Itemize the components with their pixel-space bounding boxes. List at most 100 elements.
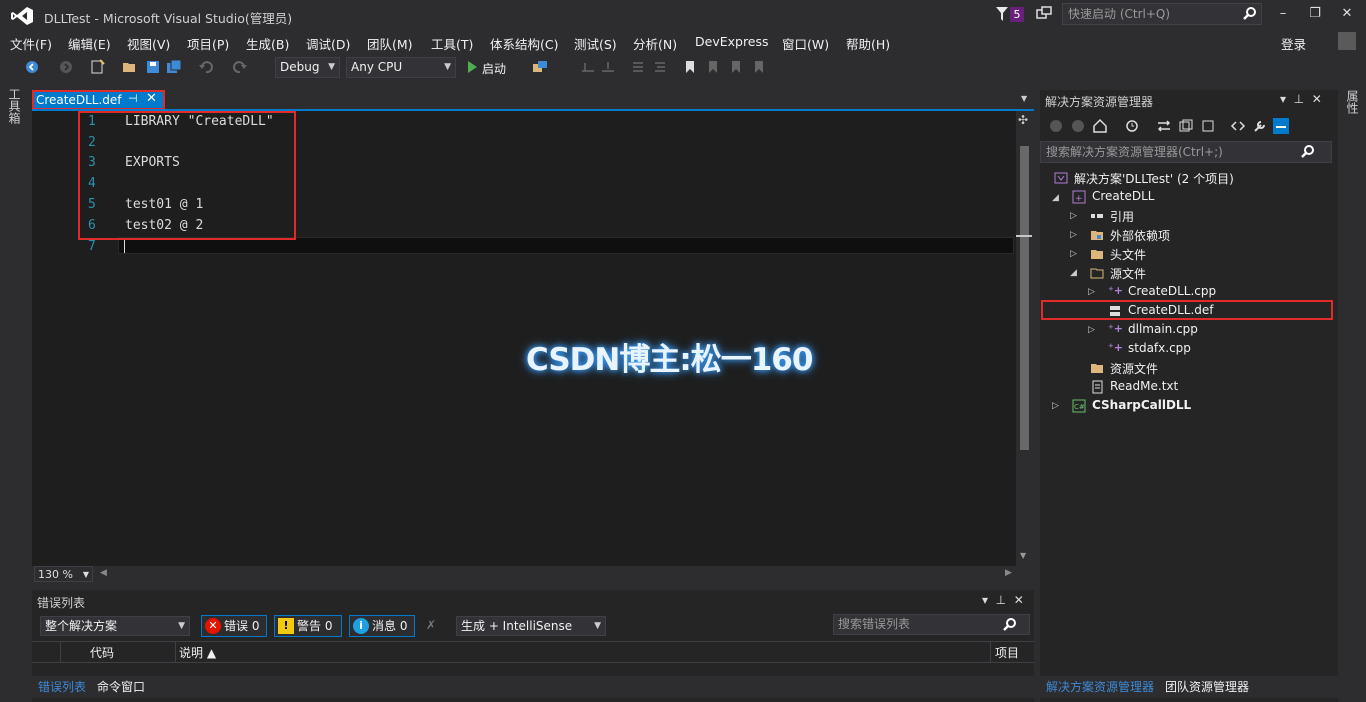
column-header-code[interactable]: 代码 [90,644,114,661]
menu-view[interactable]: 视图(V) [127,34,170,53]
clear-bookmarks-icon[interactable] [751,59,767,75]
back-icon[interactable] [1048,118,1064,134]
menu-tools[interactable]: 工具(T) [431,34,473,53]
menu-debug[interactable]: 调试(D) [306,34,350,53]
bookmark-icon[interactable] [682,59,698,75]
home-icon[interactable] [1092,118,1108,134]
tree-item-createdll-cpp[interactable]: CreateDLL.cpp [1128,284,1216,298]
back-icon[interactable] [24,59,40,75]
close-window-button[interactable]: ✕ [1337,6,1357,22]
pending-changes-icon[interactable] [1124,118,1140,134]
menu-devexpress[interactable]: DevExpress [695,34,769,49]
browser-link-icon[interactable] [532,59,548,75]
tree-item-readme[interactable]: ReadMe.txt [1110,379,1178,393]
notification-badge[interactable]: 5 [1010,7,1024,22]
tab-command-window[interactable]: 命令窗口 [97,678,145,695]
start-debugging-icon[interactable] [464,59,480,75]
new-project-icon[interactable] [89,59,105,75]
save-icon[interactable] [145,59,161,75]
save-all-icon[interactable] [166,59,182,75]
step-into-icon[interactable] [600,59,616,75]
next-bookmark-icon[interactable] [728,59,744,75]
expanded-arrow-icon[interactable]: ◢ [1070,268,1077,278]
comment-icon[interactable] [630,59,646,75]
step-over-icon[interactable] [580,59,596,75]
sync-icon[interactable] [1156,118,1172,134]
scroll-down-icon[interactable]: ▼ [1020,551,1026,560]
pin-icon[interactable]: ⊣ [128,92,138,105]
forward-icon[interactable] [58,59,74,75]
refresh-icon[interactable] [1178,118,1194,134]
tab-error-list[interactable]: 错误列表 [38,678,86,695]
solution-search-input[interactable]: 搜索解决方案资源管理器(Ctrl+;) [1040,141,1332,163]
search-icon[interactable] [1243,6,1257,20]
clear-filter-icon[interactable]: ✗ [426,618,436,632]
configuration-dropdown[interactable]: Debug ▼ [275,57,340,78]
panel-controls[interactable]: ▾ ⊥ ✕ [1280,92,1322,106]
collapsed-arrow-icon[interactable]: ▷ [1070,230,1077,240]
tree-item-source-files[interactable]: 源文件 [1110,265,1146,282]
tree-item-resource-files[interactable]: 资源文件 [1110,360,1158,377]
tree-item-csharpcalldll[interactable]: CSharpCallDLL [1092,398,1191,412]
collapsed-arrow-icon[interactable]: ▷ [1070,249,1077,259]
menu-architecture[interactable]: 体系结构(C) [490,34,558,53]
tab-label[interactable]: CreateDLL.def [36,93,122,107]
menu-window[interactable]: 窗口(W) [782,34,829,53]
tree-item-external-deps[interactable]: 外部依赖项 [1110,227,1170,244]
collapsed-arrow-icon[interactable]: ▷ [1088,287,1095,297]
editor-horizontal-scrollbar[interactable] [32,566,1034,583]
panel-controls[interactable]: ▾ ⊥ ✕ [982,593,1024,607]
messages-filter-button[interactable]: i 消息 0 [349,615,415,637]
menu-edit[interactable]: 编辑(E) [68,34,111,53]
menu-project[interactable]: 项目(P) [187,34,229,53]
column-header-description[interactable]: 说明 ▲ [179,644,216,661]
maximize-button[interactable]: ❐ [1305,6,1325,22]
prev-bookmark-icon[interactable] [705,59,721,75]
platform-dropdown[interactable]: Any CPU ▼ [346,57,456,78]
menu-team[interactable]: 团队(M) [367,34,413,53]
tab-solution-explorer[interactable]: 解决方案资源管理器 [1046,678,1154,695]
properties-tab[interactable]: 属性 [1344,90,1361,114]
collapsed-arrow-icon[interactable]: ▷ [1052,401,1059,411]
open-file-icon[interactable] [122,59,138,75]
start-button-label[interactable]: 启动 [482,60,506,77]
sign-in-link[interactable]: 登录 [1281,34,1306,53]
quick-launch-input[interactable]: 快速启动 (Ctrl+Q) [1062,3,1262,25]
account-icon[interactable] [1338,32,1356,50]
tree-item-solution[interactable]: 解决方案'DLLTest' (2 个项目) [1074,170,1234,187]
preview-selected-icon[interactable] [1273,118,1289,134]
notification-flag-icon[interactable] [996,7,1008,21]
search-icon[interactable] [1003,617,1017,631]
search-icon[interactable] [1301,144,1315,158]
menu-file[interactable]: 文件(F) [10,34,52,53]
forward-icon[interactable] [1070,118,1086,134]
tab-team-explorer[interactable]: 团队资源管理器 [1165,678,1249,695]
menu-analyze[interactable]: 分析(N) [633,34,677,53]
scroll-left-icon[interactable]: ◀ [100,568,107,578]
close-icon[interactable]: ✕ [146,91,157,106]
tree-item-header-files[interactable]: 头文件 [1110,246,1146,263]
zoom-dropdown[interactable]: 130 % ▼ [34,566,93,582]
uncomment-icon[interactable] [652,59,668,75]
tree-item-createdll-project[interactable]: CreateDLL [1092,189,1154,203]
column-header-project[interactable]: 项目 [995,644,1019,661]
tree-item-dllmain-cpp[interactable]: dllmain.cpp [1128,322,1198,336]
view-code-icon[interactable] [1230,118,1246,134]
build-filter-dropdown[interactable]: 生成 + IntelliSense ▼ [456,616,606,636]
split-editor-icon[interactable]: ✣ [1018,113,1028,127]
tree-item-stdafx-cpp[interactable]: stdafx.cpp [1128,341,1191,355]
collapsed-arrow-icon[interactable]: ▷ [1088,325,1095,335]
undo-icon[interactable] [198,59,214,75]
scrollbar-thumb[interactable] [1020,146,1029,450]
properties-wrench-icon[interactable] [1252,118,1268,134]
collapsed-arrow-icon[interactable]: ▷ [1070,211,1077,221]
menu-test[interactable]: 测试(S) [574,34,617,53]
errors-filter-button[interactable]: ✕ 错误 0 [201,615,267,637]
expanded-arrow-icon[interactable]: ◢ [1052,193,1059,203]
warnings-filter-button[interactable]: ! 警告 0 [274,615,342,637]
tree-item-references[interactable]: 引用 [1110,208,1134,225]
tab-list-dropdown-icon[interactable]: ▼ [1021,94,1027,103]
scope-dropdown[interactable]: 整个解决方案 ▼ [40,616,190,636]
menu-help[interactable]: 帮助(H) [846,34,890,53]
scroll-right-icon[interactable]: ▶ [1005,568,1012,578]
